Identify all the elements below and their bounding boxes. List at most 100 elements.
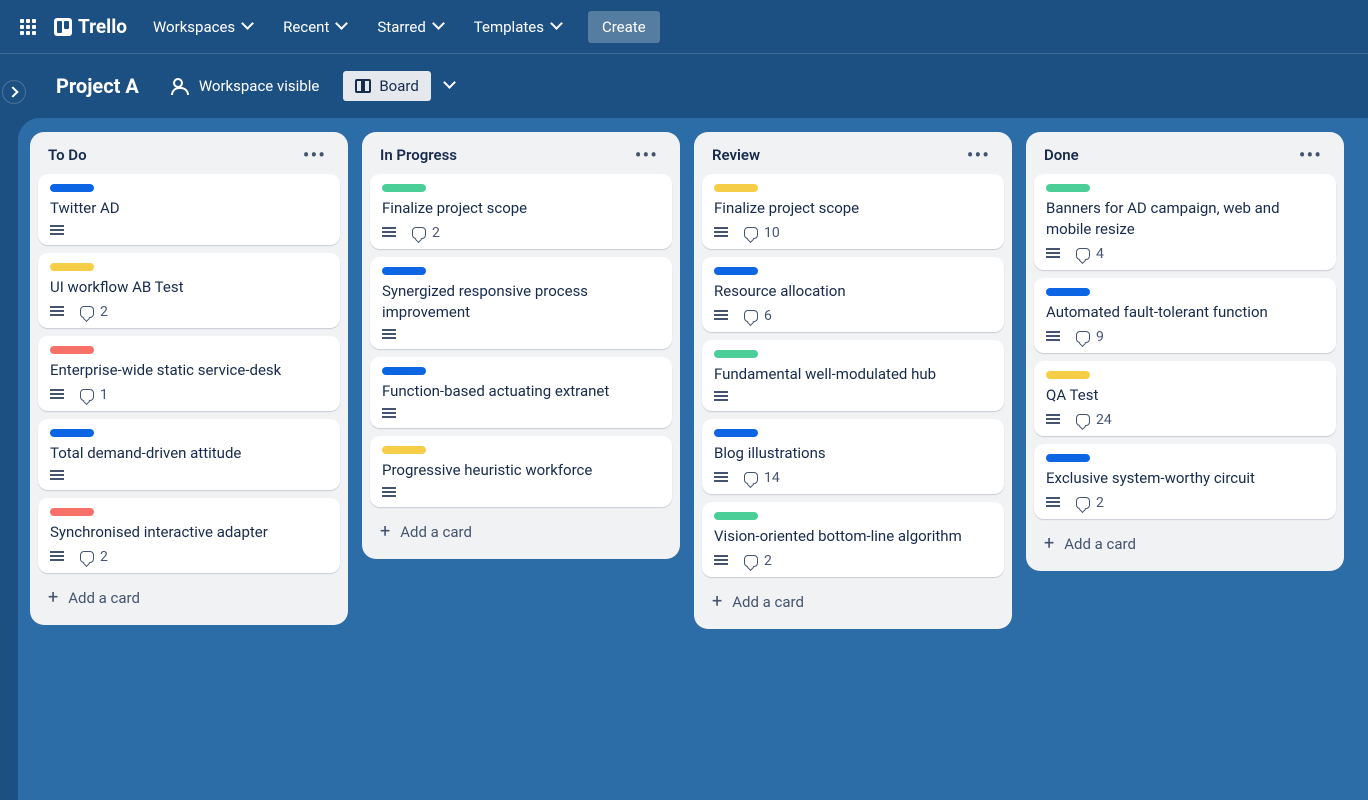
card-label[interactable]: [714, 350, 758, 358]
card-badges: 6: [714, 308, 992, 324]
create-button[interactable]: Create: [588, 11, 660, 43]
card[interactable]: Progressive heuristic workforce: [370, 436, 672, 507]
card-label[interactable]: [714, 184, 758, 192]
card-label[interactable]: [1046, 454, 1090, 462]
trello-logo[interactable]: Trello: [50, 15, 135, 38]
card-badges: 4: [1046, 246, 1324, 262]
view-board-button[interactable]: Board: [343, 71, 430, 101]
card-title: Enterprise-wide static service-desk: [50, 360, 328, 381]
card-label[interactable]: [1046, 371, 1090, 379]
card-label[interactable]: [382, 367, 426, 375]
card-label[interactable]: [50, 508, 94, 516]
list-menu-button[interactable]: •••: [299, 147, 330, 163]
app-switcher-button[interactable]: [12, 11, 44, 43]
card-label[interactable]: [1046, 184, 1090, 192]
description-icon: [1046, 331, 1060, 343]
card-label[interactable]: [50, 184, 94, 192]
nav-workspaces[interactable]: Workspaces: [141, 12, 265, 42]
card[interactable]: Resource allocation 6: [702, 257, 1004, 332]
card-title: Resource allocation: [714, 281, 992, 302]
card-title: Banners for AD campaign, web and mobile …: [1046, 198, 1324, 240]
card-label[interactable]: [50, 429, 94, 437]
plus-icon: +: [1044, 537, 1054, 551]
card-badges: 2: [714, 553, 992, 569]
card-label[interactable]: [1046, 288, 1090, 296]
list-title[interactable]: To Do: [48, 146, 87, 164]
comments-count: 2: [432, 225, 440, 241]
add-card-button[interactable]: +Add a card: [702, 585, 1004, 619]
card[interactable]: Function-based actuating extranet: [370, 357, 672, 428]
list-title[interactable]: Done: [1044, 146, 1079, 164]
card[interactable]: Synergized responsive process improvemen…: [370, 257, 672, 349]
card-label[interactable]: [382, 267, 426, 275]
card[interactable]: Automated fault-tolerant function 9: [1034, 278, 1336, 353]
sidebar-expand-button[interactable]: [2, 80, 26, 104]
comments-count: 1: [100, 387, 108, 403]
list-title[interactable]: Review: [712, 146, 760, 164]
list-menu-button[interactable]: •••: [1295, 147, 1326, 163]
card-title: Finalize project scope: [382, 198, 660, 219]
card-label[interactable]: [714, 512, 758, 520]
card-title: Finalize project scope: [714, 198, 992, 219]
comments-count: 6: [764, 308, 772, 324]
card-label[interactable]: [50, 346, 94, 354]
card-label[interactable]: [50, 263, 94, 271]
list-title[interactable]: In Progress: [380, 146, 457, 164]
add-card-button[interactable]: +Add a card: [1034, 527, 1336, 561]
description-icon: [50, 551, 64, 563]
card-badges: 24: [1046, 412, 1324, 428]
board-title[interactable]: Project A: [56, 74, 147, 98]
card[interactable]: Enterprise-wide static service-desk 1: [38, 336, 340, 411]
card[interactable]: Fundamental well-modulated hub: [702, 340, 1004, 411]
description-icon: [50, 389, 64, 401]
view-switcher-chevron[interactable]: [445, 81, 455, 91]
comments-count: 2: [1096, 495, 1104, 511]
card-label[interactable]: [714, 429, 758, 437]
card[interactable]: Exclusive system-worthy circuit2: [1034, 444, 1336, 519]
list-menu-button[interactable]: •••: [631, 147, 662, 163]
card[interactable]: Vision-oriented bottom-line algorithm2: [702, 502, 1004, 577]
card-label[interactable]: [382, 184, 426, 192]
board-canvas: To Do ••• Twitter AD UI workflow AB Test 2 En…: [18, 118, 1368, 800]
comments-badge: 6: [744, 308, 772, 324]
add-card-button[interactable]: +Add a card: [370, 515, 672, 549]
description-icon: [50, 225, 64, 237]
nav-recent[interactable]: Recent: [271, 12, 359, 42]
list-menu-button[interactable]: •••: [963, 147, 994, 163]
description-icon: [382, 227, 396, 239]
card[interactable]: UI workflow AB Test 2: [38, 253, 340, 328]
nav-starred[interactable]: Starred: [365, 12, 455, 42]
comments-count: 4: [1096, 246, 1104, 262]
card[interactable]: Finalize project scope 10: [702, 174, 1004, 249]
trello-logo-icon: [54, 18, 72, 36]
card[interactable]: Blog illustrations14: [702, 419, 1004, 494]
card-label[interactable]: [382, 446, 426, 454]
card[interactable]: Finalize project scope 2: [370, 174, 672, 249]
comment-icon: [744, 227, 758, 239]
card-title: QA Test: [1046, 385, 1324, 406]
card-title: UI workflow AB Test: [50, 277, 328, 298]
add-card-button[interactable]: +Add a card: [38, 581, 340, 615]
card-badges: 2: [50, 549, 328, 565]
comments-count: 2: [100, 304, 108, 320]
nav-templates[interactable]: Templates: [462, 12, 574, 42]
card-title: Automated fault-tolerant function: [1046, 302, 1324, 323]
description-icon: [1046, 248, 1060, 260]
nav-label: Starred: [377, 18, 425, 36]
chevron-down-icon: [552, 22, 562, 32]
card[interactable]: Banners for AD campaign, web and mobile …: [1034, 174, 1336, 270]
comments-count: 9: [1096, 329, 1104, 345]
visibility-button[interactable]: Workspace visible: [161, 71, 330, 101]
card[interactable]: Total demand-driven attitude: [38, 419, 340, 490]
card[interactable]: QA Test 24: [1034, 361, 1336, 436]
comment-icon: [80, 306, 94, 318]
card-label[interactable]: [714, 267, 758, 275]
comments-badge: 2: [80, 549, 108, 565]
description-icon: [714, 310, 728, 322]
card[interactable]: Synchronised interactive adapter2: [38, 498, 340, 573]
create-label: Create: [602, 18, 646, 36]
comment-icon: [1076, 248, 1090, 260]
card-badges: 10: [714, 225, 992, 241]
plus-icon: +: [380, 525, 390, 539]
card[interactable]: Twitter AD: [38, 174, 340, 245]
